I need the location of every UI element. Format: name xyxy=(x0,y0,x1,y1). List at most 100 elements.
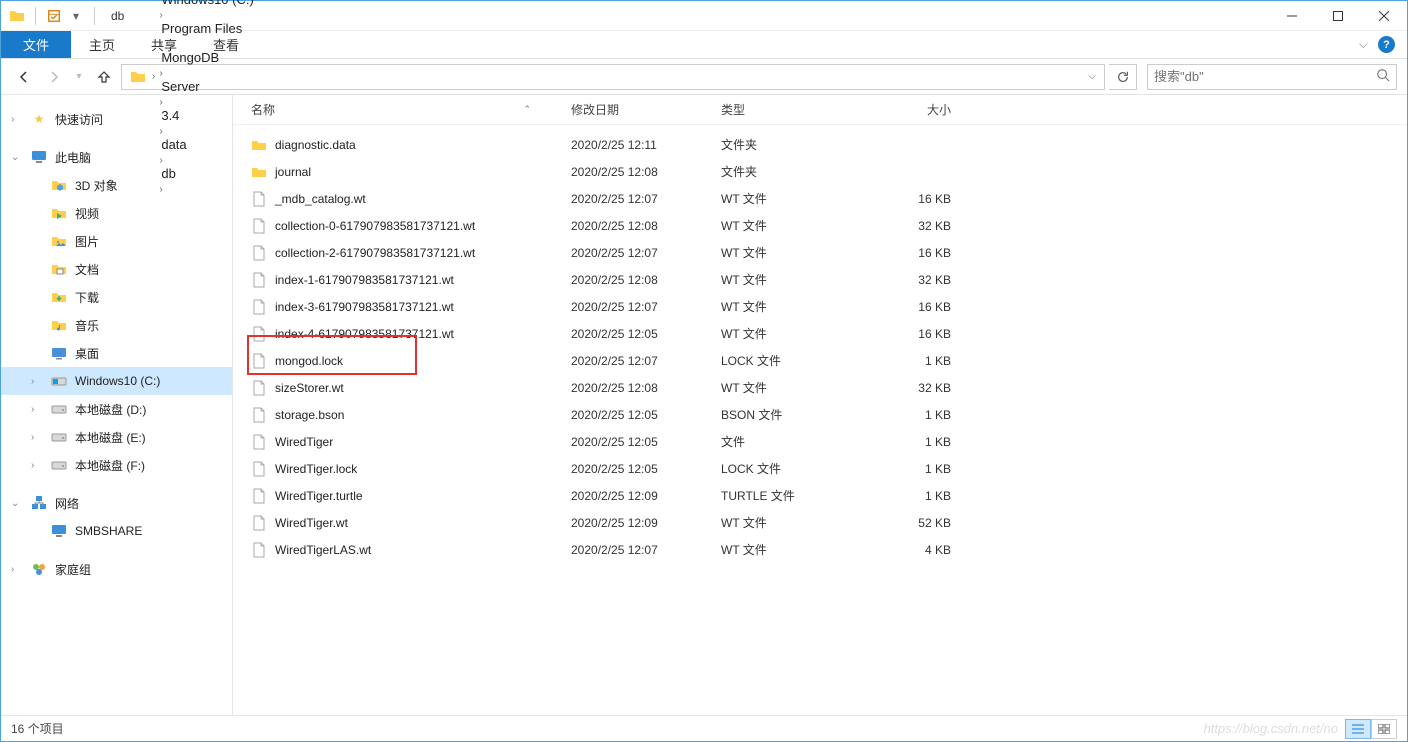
ribbon-expand-icon[interactable]: ⌵ xyxy=(1359,37,1368,52)
file-icon xyxy=(251,272,267,288)
chevron-right-icon[interactable]: › xyxy=(31,460,43,471)
up-button[interactable] xyxy=(91,64,117,90)
file-type: 文件夹 xyxy=(721,163,871,180)
col-header-size[interactable]: 大小 xyxy=(871,101,961,118)
file-row[interactable]: WiredTigerLAS.wt2020/2/25 12:07WT 文件4 KB xyxy=(233,536,1407,563)
sidebar-item[interactable]: ›本地磁盘 (F:) xyxy=(1,451,232,479)
file-row[interactable]: diagnostic.data2020/2/25 12:11文件夹 xyxy=(233,131,1407,158)
tab-file[interactable]: 文件 xyxy=(1,31,71,58)
col-header-date[interactable]: 修改日期 xyxy=(571,101,721,118)
chevron-right-icon[interactable]: › xyxy=(31,432,43,443)
chevron-down-icon[interactable]: ⌄ xyxy=(11,498,23,509)
sidebar-item[interactable]: 图片 xyxy=(1,227,232,255)
file-name: journal xyxy=(275,165,311,179)
back-button[interactable] xyxy=(11,64,37,90)
tab-home[interactable]: 主页 xyxy=(71,31,133,58)
file-size: 16 KB xyxy=(871,246,961,260)
chevron-right-icon[interactable]: › xyxy=(150,71,157,82)
breadcrumb-segment[interactable]: Windows10 (C:) xyxy=(157,0,257,7)
sidebar-item[interactable]: 桌面 xyxy=(1,339,232,367)
recent-dropdown-icon[interactable]: ▾ xyxy=(71,64,87,90)
sidebar-item[interactable]: 音乐 xyxy=(1,311,232,339)
file-row[interactable]: sizeStorer.wt2020/2/25 12:08WT 文件32 KB xyxy=(233,374,1407,401)
file-row[interactable]: WiredTiger.turtle2020/2/25 12:09TURTLE 文… xyxy=(233,482,1407,509)
col-header-name[interactable]: 名称 ⌃ xyxy=(251,101,571,118)
file-date: 2020/2/25 12:09 xyxy=(571,516,721,530)
search-input[interactable] xyxy=(1154,69,1376,84)
qat-dropdown-icon[interactable]: ▾ xyxy=(68,8,84,24)
sidebar-quick-access[interactable]: › ★ 快速访问 xyxy=(1,105,232,133)
search-box[interactable] xyxy=(1147,64,1397,90)
file-name: WiredTiger.turtle xyxy=(275,489,363,503)
file-row[interactable]: collection-0-617907983581737121.wt2020/2… xyxy=(233,212,1407,239)
file-date: 2020/2/25 12:07 xyxy=(571,543,721,557)
search-icon[interactable] xyxy=(1376,68,1390,85)
sidebar-this-pc[interactable]: ⌄ 此电脑 xyxy=(1,143,232,171)
breadcrumb-segment[interactable]: MongoDB xyxy=(157,50,257,65)
address-dropdown-icon[interactable]: ⌵ xyxy=(1088,71,1096,82)
col-header-type[interactable]: 类型 xyxy=(721,101,871,118)
chevron-right-icon[interactable]: › xyxy=(11,114,23,125)
file-icon xyxy=(251,488,267,504)
sidebar-item-label: 家庭组 xyxy=(55,561,91,578)
file-date: 2020/2/25 12:05 xyxy=(571,408,721,422)
breadcrumb[interactable]: › 此电脑›Windows10 (C:)›Program Files›Mongo… xyxy=(121,64,1105,90)
chevron-right-icon[interactable]: › xyxy=(157,10,164,21)
chevron-down-icon[interactable]: ⌄ xyxy=(11,152,23,163)
file-icon xyxy=(251,191,267,207)
file-type: BSON 文件 xyxy=(721,406,871,423)
file-size: 1 KB xyxy=(871,489,961,503)
close-button[interactable] xyxy=(1361,1,1407,31)
star-icon: ★ xyxy=(31,111,47,127)
desktop-icon xyxy=(51,345,67,361)
sidebar-homegroup[interactable]: › 家庭组 xyxy=(1,555,232,583)
chevron-right-icon[interactable]: › xyxy=(31,376,43,387)
help-icon[interactable]: ? xyxy=(1378,36,1395,53)
sidebar-item[interactable]: 视频 xyxy=(1,199,232,227)
view-thumbnails-button[interactable] xyxy=(1371,719,1397,739)
qat-separator xyxy=(35,7,36,25)
file-row[interactable]: WiredTiger.lock2020/2/25 12:05LOCK 文件1 K… xyxy=(233,455,1407,482)
file-icon xyxy=(251,542,267,558)
chevron-right-icon[interactable]: › xyxy=(157,39,164,50)
chevron-right-icon[interactable]: › xyxy=(157,68,164,79)
sidebar-item[interactable]: 3D 对象 xyxy=(1,171,232,199)
refresh-button[interactable] xyxy=(1109,64,1137,90)
status-item-count: 16 个项目 xyxy=(11,720,64,737)
file-row[interactable]: WiredTiger2020/2/25 12:05文件1 KB xyxy=(233,428,1407,455)
minimize-button[interactable] xyxy=(1269,1,1315,31)
file-date: 2020/2/25 12:08 xyxy=(571,381,721,395)
sidebar-item[interactable]: ›本地磁盘 (D:) xyxy=(1,395,232,423)
file-row[interactable]: _mdb_catalog.wt2020/2/25 12:07WT 文件16 KB xyxy=(233,185,1407,212)
breadcrumb-segment[interactable]: Program Files xyxy=(157,21,257,36)
file-size: 32 KB xyxy=(871,273,961,287)
sidebar-item[interactable]: ›本地磁盘 (E:) xyxy=(1,423,232,451)
file-row[interactable]: index-1-617907983581737121.wt2020/2/25 1… xyxy=(233,266,1407,293)
file-size: 16 KB xyxy=(871,300,961,314)
folder-icon xyxy=(251,137,267,153)
file-row[interactable]: index-3-617907983581737121.wt2020/2/25 1… xyxy=(233,293,1407,320)
file-row[interactable]: WiredTiger.wt2020/2/25 12:09WT 文件52 KB xyxy=(233,509,1407,536)
file-row[interactable]: collection-2-617907983581737121.wt2020/2… xyxy=(233,239,1407,266)
sidebar-network[interactable]: ⌄ 网络 xyxy=(1,489,232,517)
watermark: https://blog.csdn.net/no xyxy=(1204,721,1338,736)
pc-icon xyxy=(31,149,47,165)
sidebar-item-label: 快速访问 xyxy=(55,111,103,128)
sort-asc-icon: ⌃ xyxy=(523,104,531,115)
breadcrumb-segment[interactable]: Server xyxy=(157,79,257,94)
sidebar-item[interactable]: ›Windows10 (C:) xyxy=(1,367,232,395)
sidebar-item[interactable]: 下载 xyxy=(1,283,232,311)
file-row[interactable]: index-4-617907983581737121.wt2020/2/25 1… xyxy=(233,320,1407,347)
forward-button[interactable] xyxy=(41,64,67,90)
file-row[interactable]: journal2020/2/25 12:08文件夹 xyxy=(233,158,1407,185)
chevron-right-icon[interactable]: › xyxy=(11,564,23,575)
sidebar-item[interactable]: SMBSHARE xyxy=(1,517,232,545)
chevron-right-icon[interactable]: › xyxy=(31,404,43,415)
maximize-button[interactable] xyxy=(1315,1,1361,31)
view-details-button[interactable] xyxy=(1345,719,1371,739)
sidebar-item[interactable]: 文档 xyxy=(1,255,232,283)
file-date: 2020/2/25 12:05 xyxy=(571,435,721,449)
file-row[interactable]: mongod.lock2020/2/25 12:07LOCK 文件1 KB xyxy=(233,347,1407,374)
file-row[interactable]: storage.bson2020/2/25 12:05BSON 文件1 KB xyxy=(233,401,1407,428)
qat-properties-icon[interactable] xyxy=(46,8,62,24)
